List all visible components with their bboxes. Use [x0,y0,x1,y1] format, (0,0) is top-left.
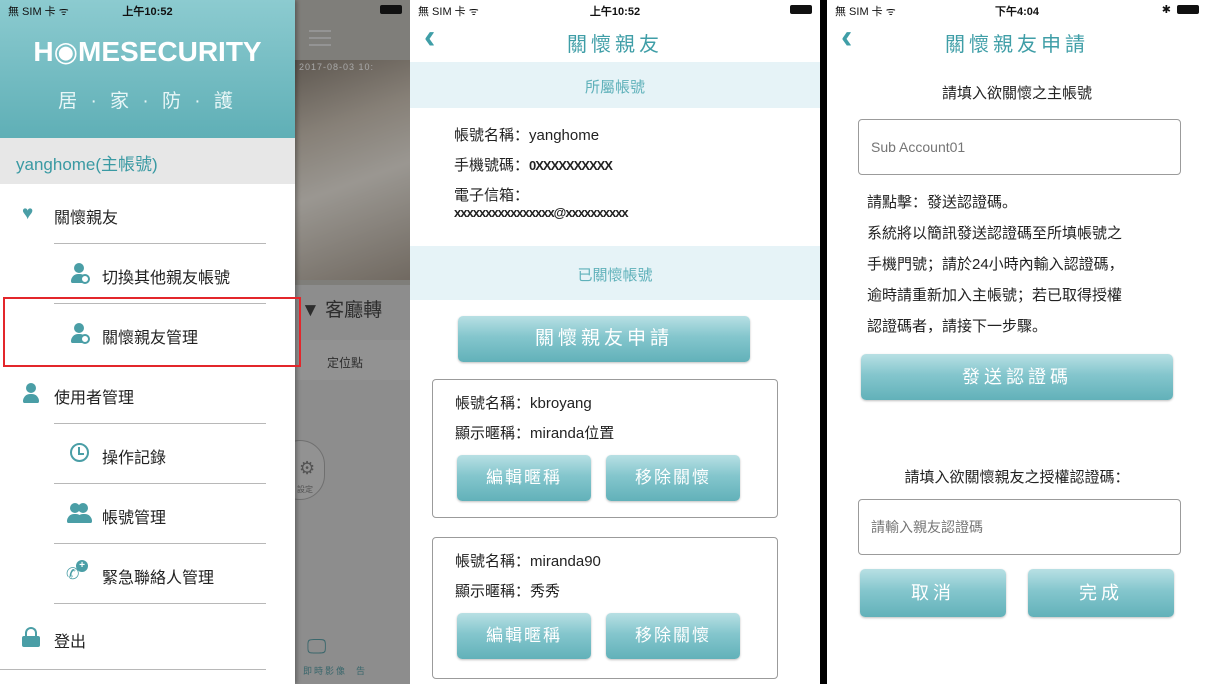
card-nickname: 顯示暱稱：秀秀 [455,583,561,600]
instruction-line: 請點擊：發送認證碼。 [867,194,1018,211]
cared-account-card: 帳號名稱：miranda90 顯示暱稱：秀秀 編輯暱稱 移除關懷 [432,537,778,679]
cared-account-card: 帳號名稱：kbroyang 顯示暱稱：miranda位置 編輯暱稱 移除關懷 [432,379,778,518]
lock-icon [22,627,40,650]
dimmed-main-view[interactable]: 2017-08-03 10: ▼ 客廳轉 定位點 ⚙ 設定 🖵 即時影像 告 [275,0,410,684]
menu-label: 緊急聯絡人管理 [102,570,215,587]
status-bar: 無 SIM 卡 ᯤ 上午10:52 [410,0,820,18]
menu-label: 帳號管理 [102,510,167,527]
care-friends-screen: 無 SIM 卡 ᯤ 上午10:52 ‹ 關懷親友 所屬帳號 帳號名稱：yangh… [410,0,820,684]
menu-label: 切換其他親友帳號 [102,270,231,287]
remove-care-button[interactable]: 移除關懷 [606,455,740,501]
owner-account-name: 帳號名稱：yanghome [454,127,600,144]
bluetooth-icon: ✱ [1161,4,1171,16]
menu-item-user-management[interactable]: 使用者管理 [0,364,295,424]
card-nickname: 顯示暱稱：miranda位置 [455,425,615,442]
divider [0,669,266,670]
instruction-line: 手機門號；請於24小時內輸入認證碼， [867,256,1124,273]
menu-item-account-management[interactable]: 帳號管理 [0,484,295,544]
group-icon [66,503,92,526]
highlight-annotation [3,297,301,367]
clock-label: 上午10:52 [122,6,173,18]
battery-icon [380,5,402,14]
menu-item-care-friends[interactable]: ♥ 關懷親友 [0,184,295,244]
clock-icon [70,443,89,465]
instruction-line: 系統將以簡訊發送認證碼至所填帳號之 [867,225,1123,242]
dim-overlay [295,0,410,684]
care-request-screen: 無 SIM 卡 ᯤ 下午4:04 ✱ ‹ 關懷親友申請 請填入欲關懷之主帳號 請… [827,0,1207,684]
instruction-line: 認證碼者，請接下一步驟。 [867,318,1048,335]
current-account: yanghome(主帳號) [0,138,295,184]
user-icon [22,383,40,406]
edit-nickname-button[interactable]: 編輯暱稱 [457,613,591,659]
drawer-header: 無 SIM 卡 ᯤ 上午10:52 H◉MESECURITY 居 · 家 · 防… [0,0,295,138]
page-title: 關懷親友申請 [945,34,1089,56]
card-account-name: 帳號名稱：kbroyang [455,395,592,412]
instruction-line: 逾時請重新加入主帳號；若已取得授權 [867,287,1123,304]
divider [54,603,266,604]
menu-label: 使用者管理 [54,390,135,407]
screen-divider [820,0,827,684]
status-bar-right [295,0,410,18]
app-subtitle: 居 · 家 · 防 · 護 [58,91,237,112]
menu-label: 操作記錄 [102,450,167,467]
nav-bar: ‹ 關懷親友 [410,18,820,62]
clock-label: 上午10:52 [589,6,641,18]
menu-label: 關懷親友 [54,210,119,227]
heart-icon: ♥ [22,203,34,224]
section-header-cared: 已關懷帳號 [410,246,820,300]
phone-add-icon: ✆ + [66,560,88,585]
menu-item-operation-log[interactable]: 操作記錄 [0,424,295,484]
code-prompt: 請填入欲關懷親友之授權認證碼： [904,469,1130,486]
user-switch-icon [70,263,90,286]
menu-item-emergency-contacts[interactable]: ✆ + 緊急聯絡人管理 [0,544,295,604]
auth-code-input[interactable] [858,499,1181,555]
page-title: 關懷親友 [567,34,663,56]
account-prompt: 請填入欲關懷之主帳號 [941,85,1092,102]
clock-label: 下午4:04 [994,6,1040,18]
card-account-name: 帳號名稱：miranda90 [455,553,601,570]
edit-nickname-button[interactable]: 編輯暱稱 [457,455,591,501]
remove-care-button[interactable]: 移除關懷 [606,613,740,659]
owner-email: xxxxxxxxxxxxxxxx@xxxxxxxxxx [454,205,629,220]
apply-care-button[interactable]: 關懷親友申請 [458,316,750,362]
status-bar: 無 SIM 卡 ᯤ 下午4:04 ✱ [827,0,1207,18]
status-bar: 無 SIM 卡 ᯤ 上午10:52 [0,0,295,18]
send-code-button[interactable]: 發送認證碼 [861,354,1173,400]
app-logo: H◉MESECURITY [33,36,262,67]
menu-item-switch-account[interactable]: 切換其他親友帳號 [0,244,295,304]
battery-icon [1177,5,1199,14]
main-account-input[interactable] [858,119,1181,175]
side-menu-screen: 2017-08-03 10: ▼ 客廳轉 定位點 ⚙ 設定 🖵 即時影像 告 無… [0,0,410,684]
cancel-button[interactable]: 取消 [860,569,1006,617]
owner-email-label: 電子信箱： [454,187,530,204]
nav-bar: ‹ 關懷親友申請 [827,18,1207,62]
menu-label: 登出 [54,634,87,651]
section-header-owner: 所屬帳號 [410,62,820,108]
menu-item-logout[interactable]: 登出 [0,608,295,670]
done-button[interactable]: 完成 [1028,569,1174,617]
owner-phone: 手機號碼：0XXXXXXXXXX [454,157,613,174]
battery-icon [790,5,812,14]
